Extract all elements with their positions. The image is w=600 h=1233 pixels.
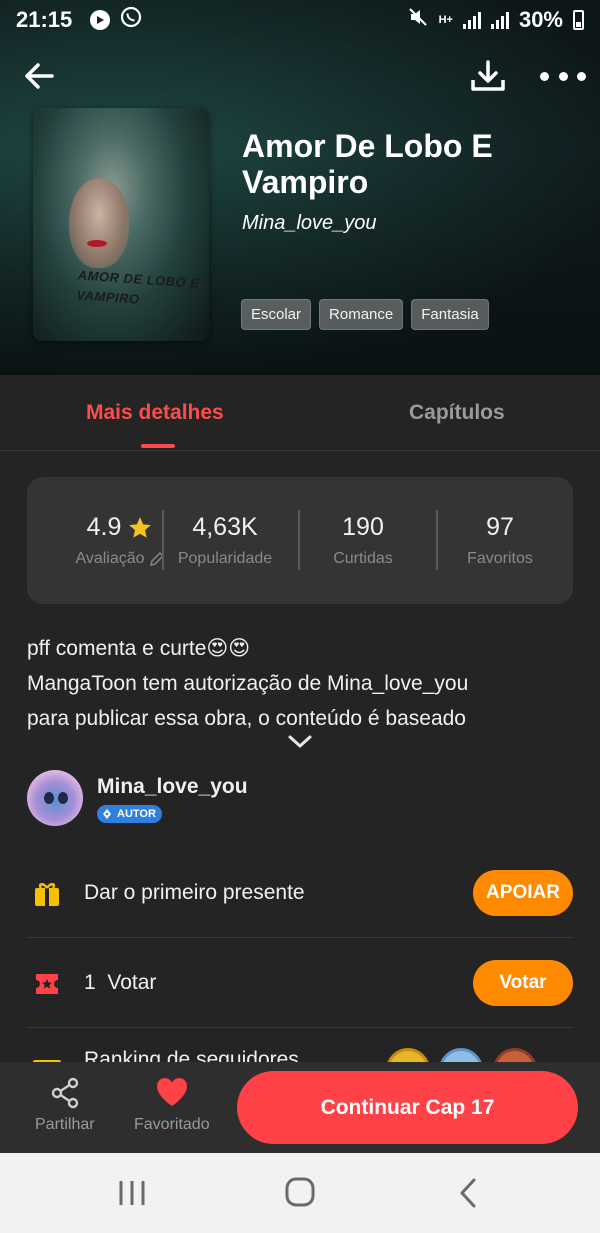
likes-value: 190 bbox=[342, 513, 384, 541]
expand-description-button[interactable] bbox=[287, 733, 313, 751]
download-button[interactable] bbox=[468, 56, 508, 96]
favorites-value: 97 bbox=[486, 513, 514, 541]
gift-icon bbox=[35, 883, 59, 906]
media-play-icon bbox=[90, 10, 111, 30]
popularity-label: Popularidade bbox=[177, 550, 273, 567]
tab-bar: Mais detalhes Capítulos bbox=[0, 375, 600, 451]
battery-icon bbox=[573, 10, 584, 30]
popularity-value: 4,63K bbox=[192, 513, 258, 541]
cover-title-text: AMOR DE LOBO E VAMPIRO bbox=[75, 267, 200, 307]
network-type: H+ bbox=[438, 14, 453, 26]
arrow-left-icon bbox=[25, 63, 54, 89]
book-detail-screen: 21:15 H+ 30% AMOR DE LOBO E VAMPIRO Amor… bbox=[0, 0, 600, 1233]
download-icon bbox=[471, 60, 505, 91]
tab-details[interactable]: Mais detalhes bbox=[86, 401, 224, 425]
share-icon bbox=[51, 1077, 78, 1109]
favorites-label: Favoritos bbox=[467, 550, 533, 567]
stats-card: 4.9 Avaliação 4,63K Popularidade 190 Cur… bbox=[27, 477, 573, 604]
gift-text: Dar o primeiro presente bbox=[84, 881, 305, 904]
system-navigation-bar bbox=[0, 1153, 600, 1233]
home-button[interactable] bbox=[280, 1175, 320, 1211]
author-row[interactable]: Mina_love_you AUTOR bbox=[27, 770, 573, 830]
genre-tags: Escolar Romance Fantasia bbox=[241, 299, 489, 330]
more-options-button[interactable] bbox=[540, 56, 586, 96]
status-bar: 21:15 H+ 30% bbox=[0, 0, 600, 40]
battery-percent: 30% bbox=[518, 7, 563, 32]
tab-chapters[interactable]: Capítulos bbox=[409, 401, 505, 425]
likes-label: Curtidas bbox=[333, 550, 393, 567]
pen-nib-icon bbox=[103, 809, 111, 819]
vote-row: 1 Votar Votar bbox=[27, 938, 573, 1028]
whatsapp-icon bbox=[120, 6, 142, 34]
book-description: pff comenta e curte😍😍 MangaToon tem auto… bbox=[27, 631, 577, 736]
book-author[interactable]: Mina_love_you bbox=[242, 212, 377, 235]
description-line: pff comenta e curte😍😍 bbox=[27, 637, 251, 660]
stat-favorites: 97 Favoritos bbox=[432, 513, 568, 568]
gift-row: Dar o primeiro presente APOIAR bbox=[27, 848, 573, 938]
signal-icon-2 bbox=[490, 11, 509, 29]
author-badge: AUTOR bbox=[97, 805, 162, 823]
active-tab-indicator bbox=[141, 444, 175, 448]
star-icon bbox=[129, 516, 152, 538]
favorite-label: Favoritado bbox=[134, 1116, 210, 1133]
tag-romance[interactable]: Romance bbox=[319, 299, 404, 330]
rating-label: Avaliação bbox=[75, 550, 145, 567]
description-line: MangaToon tem autorização de Mina_love_y… bbox=[27, 672, 469, 695]
back-button[interactable] bbox=[20, 56, 60, 96]
vote-button[interactable]: Votar bbox=[473, 960, 573, 1006]
stat-likes: 190 Curtidas bbox=[295, 513, 431, 568]
continue-reading-button[interactable]: Continuar Cap 17 bbox=[237, 1071, 578, 1144]
stat-popularity: 4,63K Popularidade bbox=[157, 513, 293, 568]
vote-text: 1 Votar bbox=[84, 971, 157, 994]
tag-escolar[interactable]: Escolar bbox=[241, 299, 312, 330]
tag-fantasia[interactable]: Fantasia bbox=[411, 299, 489, 330]
chevron-left-icon bbox=[460, 1178, 476, 1208]
recent-apps-button[interactable] bbox=[112, 1175, 152, 1211]
description-line: para publicar essa obra, o conteúdo é ba… bbox=[27, 707, 466, 730]
support-button[interactable]: APOIAR bbox=[473, 870, 573, 916]
home-icon bbox=[285, 1177, 315, 1207]
mute-icon bbox=[407, 6, 429, 34]
author-avatar[interactable] bbox=[27, 770, 83, 826]
signal-icon bbox=[462, 11, 481, 29]
book-cover[interactable]: AMOR DE LOBO E VAMPIRO bbox=[33, 108, 209, 341]
rating-value: 4.9 bbox=[86, 513, 122, 541]
share-label: Partilhar bbox=[35, 1116, 95, 1133]
ticket-icon bbox=[36, 974, 58, 994]
recent-apps-icon bbox=[119, 1181, 145, 1205]
system-back-button[interactable] bbox=[448, 1175, 488, 1211]
heart-icon bbox=[156, 1078, 187, 1106]
status-time: 21:15 bbox=[16, 7, 73, 32]
book-title: Amor De Lobo E Vampiro bbox=[242, 128, 493, 200]
author-name: Mina_love_you bbox=[97, 775, 248, 798]
favorite-button[interactable]: Favoritado bbox=[134, 1076, 210, 1134]
more-dot-icon bbox=[540, 71, 549, 81]
chevron-down-icon bbox=[288, 735, 312, 748]
bottom-action-bar: Partilhar Favoritado Continuar Cap 17 bbox=[0, 1062, 600, 1153]
share-button[interactable]: Partilhar bbox=[35, 1076, 95, 1134]
